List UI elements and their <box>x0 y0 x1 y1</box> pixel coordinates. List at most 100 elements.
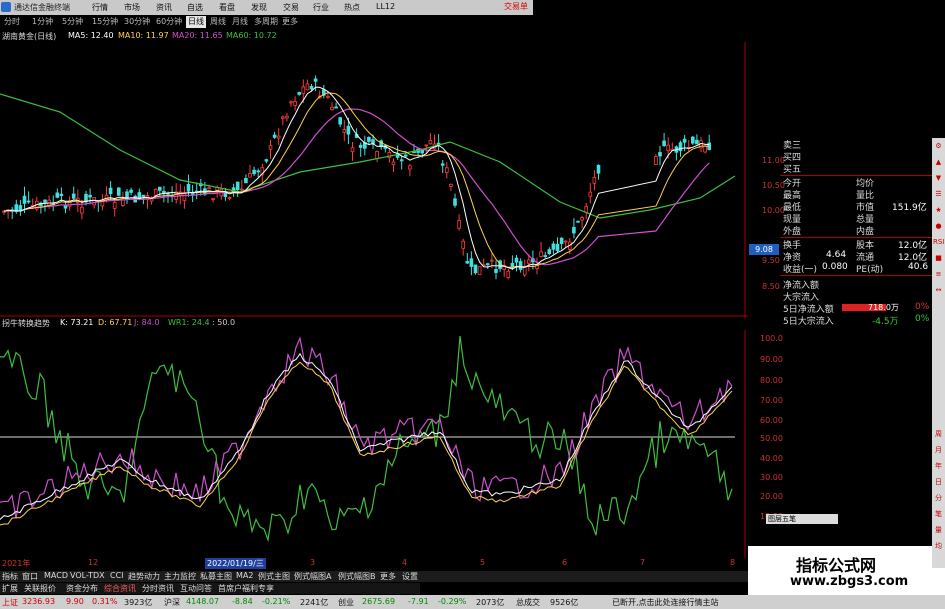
block-inflow-5d-pct: 0% <box>915 314 930 324</box>
period-month-button[interactable]: 月 <box>933 444 944 457</box>
info-tab-active[interactable]: 综合资讯 <box>104 583 136 594</box>
stroke-button[interactable]: 笔 <box>933 508 944 521</box>
osc-axis-label: 70.00 <box>760 396 783 405</box>
menu-item-industry[interactable]: 行业 <box>313 2 329 13</box>
candle-body <box>186 183 191 192</box>
indicator-name[interactable]: 拐牛转换趋势 <box>2 318 50 329</box>
up-arrow-icon[interactable]: ▲ <box>933 156 944 169</box>
period-week-button[interactable]: 周 <box>933 428 944 441</box>
oscillator-chart[interactable] <box>0 330 748 558</box>
candle-body <box>695 139 699 145</box>
list-icon[interactable]: ≡ <box>933 268 944 281</box>
indicator-tab[interactable]: 趋势动力 <box>128 571 160 582</box>
period-tab[interactable]: 多周期 <box>252 16 280 28</box>
indicator-tab[interactable]: 窗口 <box>22 571 38 582</box>
period-tab[interactable]: 周线 <box>208 16 228 28</box>
candle-body <box>157 186 162 191</box>
candle-body <box>256 170 260 173</box>
dot-icon[interactable]: ● <box>933 220 944 233</box>
indicator-tab[interactable]: 例式主图 <box>258 571 290 582</box>
candle-body <box>371 139 375 144</box>
period-tab[interactable]: 60分钟 <box>154 16 184 28</box>
menu-item-news[interactable]: 资讯 <box>156 2 172 13</box>
indicator-tab[interactable]: 主力监控 <box>164 571 196 582</box>
down-arrow-icon[interactable]: ▼ <box>933 172 944 185</box>
sh-index-amount: 3923亿 <box>124 598 153 607</box>
candle-body <box>547 249 552 255</box>
disconnected-notice[interactable]: 已断开,点击此处连接行情主站 <box>612 597 719 608</box>
menu-item-extra[interactable]: LL12 <box>376 2 395 11</box>
period-day-button[interactable]: 日 <box>933 476 944 489</box>
candle-body <box>555 243 560 251</box>
info-tab[interactable]: 关联报价 <box>24 583 56 594</box>
candle-body <box>592 176 597 184</box>
menu-item-market[interactable]: 市场 <box>124 2 140 13</box>
candle-body <box>658 152 662 157</box>
menu-item-trade[interactable]: 交易 <box>283 2 299 13</box>
candle-body <box>334 106 338 109</box>
indicator-tab[interactable]: VOL-TDX <box>70 571 105 580</box>
osc-axis-label: 20.00 <box>760 492 783 501</box>
sh-index-label[interactable]: 上证 <box>2 597 18 608</box>
info-tab[interactable]: 互动问答 <box>180 583 212 594</box>
indicator-tab[interactable]: 例式幅图B <box>338 571 376 582</box>
indicator-tab[interactable]: CCI <box>110 571 124 580</box>
menu-icon[interactable]: ☰ <box>933 188 944 201</box>
period-tab[interactable]: 分时 <box>2 16 22 28</box>
candle-body <box>350 147 355 153</box>
resize-icon[interactable]: ↔ <box>933 284 944 297</box>
indicator-tab[interactable]: 指标 <box>2 571 18 582</box>
indicator-tab[interactable]: 更多 <box>380 571 396 582</box>
menu-item-discover[interactable]: 发现 <box>251 2 267 13</box>
period-tab[interactable]: 1分钟 <box>30 16 55 28</box>
menu-item-watchlist[interactable]: 自选 <box>187 2 203 13</box>
period-tab[interactable]: 30分钟 <box>122 16 152 28</box>
current-price-tag: 9.08 <box>749 244 779 255</box>
candlestick-chart[interactable] <box>0 42 748 318</box>
info-tab[interactable]: 扩展 <box>2 583 18 594</box>
layer-toolbar-button[interactable]: 图层五笔 <box>766 514 838 524</box>
rsi-button[interactable]: RSI <box>933 236 944 249</box>
volume-button[interactable]: 量 <box>933 524 944 537</box>
period-tab[interactable]: 15分钟 <box>90 16 120 28</box>
candle-body <box>252 169 256 175</box>
period-tab[interactable]: 更多 <box>280 16 300 28</box>
period-tab[interactable]: 月线 <box>230 16 250 28</box>
candle-body <box>117 187 121 196</box>
date-tick: 7 <box>640 558 646 567</box>
info-tab[interactable]: 首席户福利专享 <box>218 583 274 594</box>
candle-body <box>440 163 445 166</box>
menu-item-hot[interactable]: 热点 <box>344 2 360 13</box>
period-tab[interactable]: 5分钟 <box>60 16 85 28</box>
indicator-tab[interactable]: 例式幅图A <box>294 571 331 582</box>
candle-body <box>88 194 92 198</box>
candle-body <box>527 259 531 264</box>
candle-body <box>280 116 285 119</box>
sz-index-label[interactable]: 沪深 <box>164 597 180 608</box>
date-tick: 4 <box>402 558 408 567</box>
candle-body <box>268 145 273 150</box>
period-year-button[interactable]: 年 <box>933 460 944 473</box>
candle-body <box>588 191 593 197</box>
menu-item-viewboard[interactable]: 看盘 <box>219 2 235 13</box>
star-icon[interactable]: ★ <box>933 204 944 217</box>
indicator-tab[interactable]: 设置 <box>402 571 418 582</box>
info-tab[interactable]: 资金分布 <box>66 583 98 594</box>
indicator-tab[interactable]: 私募主图 <box>200 571 232 582</box>
candle-body <box>539 251 543 257</box>
osc-axis-label: 50.00 <box>760 434 783 443</box>
cy-index-label[interactable]: 创业 <box>338 597 354 608</box>
average-button[interactable]: 均 <box>933 540 944 553</box>
settings-icon[interactable]: ⚙ <box>933 140 944 153</box>
candle-body <box>477 266 482 276</box>
square-icon[interactable]: ■ <box>933 252 944 265</box>
indicator-tab[interactable]: MA2 <box>236 571 253 580</box>
candle-body <box>494 268 498 273</box>
trade-order-button[interactable]: 交易单 <box>504 1 528 12</box>
candle-body <box>227 197 232 200</box>
indicator-tab[interactable]: MACD <box>44 571 68 580</box>
info-tab[interactable]: 分时资讯 <box>142 583 174 594</box>
period-tab-active[interactable]: 日线 <box>186 16 206 28</box>
period-minute-button[interactable]: 分 <box>933 492 944 505</box>
menu-item-quotes[interactable]: 行情 <box>92 2 108 13</box>
